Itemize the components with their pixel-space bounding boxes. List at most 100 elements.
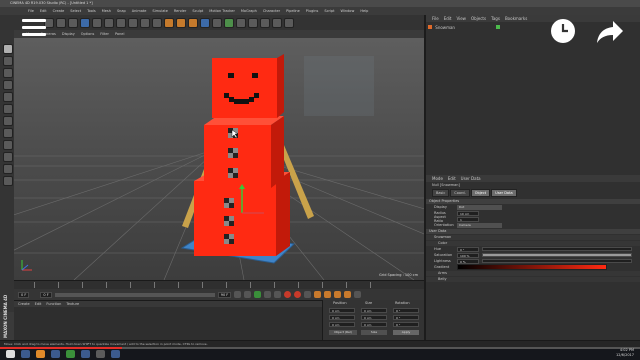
hue-slider[interactable] [482,247,632,251]
snap-icon[interactable] [3,152,13,162]
go-to-end-icon[interactable] [274,291,282,298]
material-menu-item-function[interactable]: Function [46,302,61,306]
frame-range-slider[interactable] [54,292,215,297]
taskbar-app-icon[interactable] [36,349,45,358]
menu-item-tools[interactable]: Tools [87,9,96,13]
start-icon[interactable] [6,349,15,358]
start-frame-field[interactable]: 0 F [40,291,52,298]
taskbar-app-icon[interactable] [66,349,75,358]
taskbar-app-icon[interactable] [21,349,30,358]
taskbar-app-icon[interactable] [111,349,120,358]
apply-button[interactable]: Apply [393,330,419,335]
menu-item-character[interactable]: Character [263,9,280,13]
share-icon[interactable] [595,19,625,45]
menu-item-motion-tracker[interactable]: Motion Tracker [209,9,235,13]
end-frame-field[interactable]: 90 F [217,291,232,298]
bottom-block[interactable] [194,181,276,256]
taskbar-app-icon[interactable] [96,349,105,358]
rotation-h-field[interactable]: 0 ° [393,308,419,313]
taskbar-app-icon[interactable] [51,349,60,358]
menu-item-window[interactable]: Window [341,9,355,13]
coordinate-system-icon[interactable] [152,17,162,28]
menu-item-mograph[interactable]: MoGraph [241,9,257,13]
points-mode-icon[interactable] [3,92,13,102]
object-menu-item-objects[interactable]: Objects [471,16,486,21]
axis-mode-icon[interactable] [3,128,13,138]
saturation-slider[interactable] [482,253,632,257]
material-menu-item-edit[interactable]: Edit [35,302,42,306]
menu-item-animate[interactable]: Animate [132,9,147,13]
z-axis-icon[interactable] [140,17,150,28]
live-selection-icon[interactable] [68,17,78,28]
rotation-b-field[interactable]: 0 ° [393,322,419,327]
render-settings-icon[interactable] [188,17,198,28]
size-mode-dropdown[interactable]: Size [361,330,387,335]
position-y-field[interactable]: 0 cm [329,315,355,320]
scale-key-icon[interactable] [324,291,332,298]
tab-user-data[interactable]: User Data [491,189,517,197]
lock-workplane-icon[interactable] [3,164,13,174]
taskbar-app-icon[interactable] [81,349,90,358]
menu-item-snap[interactable]: Snap [117,9,126,13]
tweak-mode-icon[interactable] [3,140,13,150]
group-belly[interactable]: Belly [426,277,640,282]
group-arms[interactable]: Arms [426,271,640,276]
previous-key-icon[interactable] [244,291,252,298]
menu-item-render[interactable]: Render [174,9,186,13]
solo-icon[interactable] [3,176,13,186]
menu-item-mesh[interactable]: Mesh [102,9,111,13]
timeline-ruler[interactable] [14,280,424,289]
attribute-menu-item-user-data[interactable]: User Data [461,176,481,181]
object-menu-item-edit[interactable]: Edit [444,16,452,21]
object-menu-item-file[interactable]: File [432,16,439,21]
current-frame-field[interactable]: 0 F [18,291,30,298]
record-icon[interactable] [284,291,292,298]
play-icon[interactable] [254,291,262,298]
menu-item-create[interactable]: Create [53,9,65,13]
attribute-menu-item-mode[interactable]: Mode [432,176,443,181]
x-axis-icon[interactable] [116,17,126,28]
position-x-field[interactable]: 0 cm [329,308,355,313]
subdivision-icon[interactable] [224,17,234,28]
tab-basic[interactable]: Basic [432,189,450,197]
camera-icon[interactable] [272,17,282,28]
y-axis-icon[interactable] [128,17,138,28]
texture-mode-icon[interactable] [3,68,13,78]
next-key-icon[interactable] [264,291,272,298]
menu-item-plugins[interactable]: Plugins [306,9,319,13]
saturation-field[interactable]: 100 % [457,252,479,258]
array-icon[interactable] [236,17,246,28]
polygons-mode-icon[interactable] [3,116,13,126]
menu-item-select[interactable]: Select [70,9,81,13]
pen-icon[interactable] [212,17,222,28]
view-menu-item-filter[interactable]: Filter [100,32,109,36]
make-editable-icon[interactable] [3,44,13,54]
group-snowman[interactable]: Snowman [426,235,640,240]
render-view-icon[interactable] [164,17,174,28]
scale-icon[interactable] [92,17,102,28]
object-menu-item-bookmarks[interactable]: Bookmarks [505,16,527,21]
lightness-field[interactable]: 0 % [457,258,479,264]
watch-later-icon[interactable] [549,17,577,45]
tab-coord-[interactable]: Coord. [450,189,470,197]
size-x-field[interactable]: 0 cm [361,308,387,313]
light-icon[interactable] [284,17,294,28]
gradient-swatch[interactable] [457,264,607,270]
timeline-settings-icon[interactable] [354,291,362,298]
coordinate-mode-dropdown[interactable]: Object (Rel) [329,330,357,335]
size-z-field[interactable]: 0 cm [361,322,387,327]
object-menu-item-view[interactable]: View [456,16,466,21]
head-block[interactable] [212,58,277,118]
menu-item-sculpt[interactable]: Sculpt [192,9,203,13]
orientation-dropdown[interactable]: Camera [457,222,502,228]
parameter-key-icon[interactable] [344,291,352,298]
video-progress-bar[interactable] [0,347,640,349]
menu-item-script[interactable]: Script [324,9,334,13]
material-menu-item-create[interactable]: Create [18,302,30,306]
player-menu-icon[interactable] [22,19,46,41]
rotation-p-field[interactable]: 0 ° [393,315,419,320]
rotate-icon[interactable] [104,17,114,28]
move-icon[interactable] [80,17,90,28]
menu-item-file[interactable]: File [28,9,34,13]
position-z-field[interactable]: 0 cm [329,322,355,327]
